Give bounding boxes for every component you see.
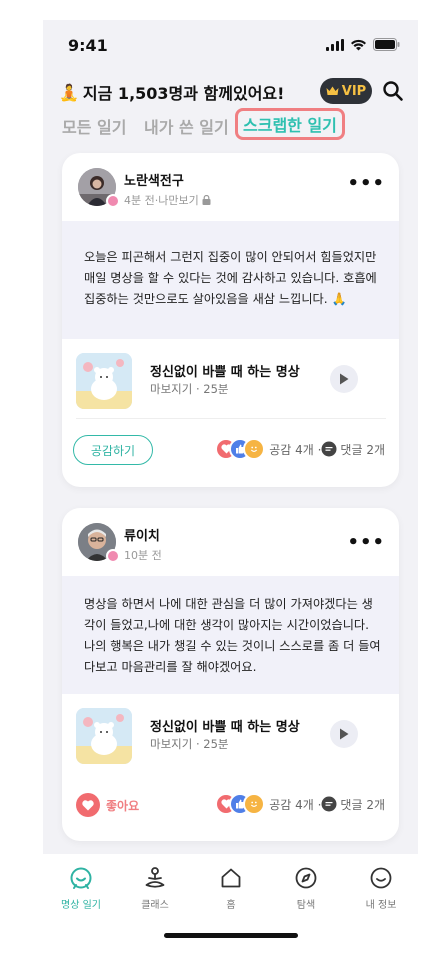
nav-label: 내 정보	[365, 900, 397, 911]
diary-post-card: 노란색전구 4분 전·나만보기 ••• 오늘은 피곤해서 그런지 집중이 많이 …	[62, 153, 399, 487]
post-body: 오늘은 피곤해서 그런지 집중이 많이 안되어서 힘들었지만 매일 명상을 할 …	[62, 221, 399, 339]
meditation-subtitle: 마보지기 · 25분	[150, 382, 229, 396]
like-label: 좋아요	[106, 798, 140, 813]
comment-icon	[321, 796, 337, 812]
play-button[interactable]	[330, 720, 358, 748]
nav-meditation-diary[interactable]: 명상 일기	[51, 866, 111, 911]
home-indicator[interactable]	[164, 933, 298, 938]
meditation-subtitle: 마보지기 · 25분	[150, 737, 229, 751]
play-icon	[340, 373, 349, 385]
journal-smile-icon	[70, 867, 92, 889]
comment-count: 댓글 2개	[340, 797, 385, 812]
nav-label: 명상 일기	[61, 900, 101, 911]
nav-label: 탐색	[296, 900, 316, 911]
nav-class[interactable]: 클래스	[125, 866, 185, 911]
more-options-icon[interactable]: •••	[347, 173, 385, 194]
app-screen: 9:41 🧘 지금 1,503명과 함께있어요! VIP 모든 일기 내가 쓴 …	[43, 20, 418, 946]
lock-icon	[202, 195, 211, 205]
post-body-text: 명상을 하면서 나에 대한 관심을 더 많이 가져야겠다는 생각이 들었고,나에…	[84, 597, 381, 674]
more-options-icon[interactable]: •••	[347, 532, 385, 553]
nav-my-info[interactable]: 내 정보	[351, 866, 411, 911]
diary-tabs: 모든 일기 내가 쓴 일기 스크랩한 일기	[43, 108, 418, 144]
tab-my-diaries[interactable]: 내가 쓴 일기	[144, 114, 229, 138]
smile-reaction-icon	[243, 793, 266, 815]
home-icon	[221, 868, 241, 888]
profile-smile-icon	[370, 867, 392, 889]
meditation-card[interactable]: 정신없이 바쁠 때 하는 명상 마보지기 · 25분	[76, 353, 386, 413]
empathize-button[interactable]: 공감하기	[73, 435, 153, 465]
post-time-visibility: 4분 전·나만보기	[124, 194, 199, 207]
nav-label: 홈	[226, 900, 236, 911]
nav-explore[interactable]: 탐색	[276, 866, 336, 911]
meditation-title: 정신없이 바쁠 때 하는 명상	[150, 720, 300, 735]
crown-icon	[326, 86, 339, 95]
flower-badge-icon	[106, 194, 120, 208]
author-name[interactable]: 류이치	[124, 525, 160, 544]
reactions-summary[interactable]: 공감 4개 · 댓글 2개	[215, 438, 385, 460]
bear-illustration-icon	[76, 353, 132, 409]
meditation-thumbnail	[76, 353, 132, 409]
nav-label: 클래스	[141, 900, 169, 911]
play-button[interactable]	[330, 365, 358, 393]
heart-icon	[76, 793, 100, 817]
post-meta: 10분 전	[124, 547, 162, 563]
post-body-text: 오늘은 피곤해서 그런지 집중이 많이 안되어서 힘들었지만 매일 명상을 할 …	[84, 250, 377, 306]
page-title-text: 지금 1,503명과 함께있어요!	[82, 84, 285, 103]
like-button[interactable]: 좋아요	[76, 793, 139, 817]
meditation-thumbnail	[76, 708, 132, 764]
bear-illustration-icon	[76, 708, 132, 764]
tab-scrapped-diaries[interactable]: 스크랩한 일기	[235, 108, 345, 140]
meditation-emoji-icon: 🧘	[59, 82, 79, 102]
compass-icon	[295, 867, 317, 889]
reactions-summary[interactable]: 공감 4개 · 댓글 2개	[215, 793, 385, 815]
meditation-title: 정신없이 바쁠 때 하는 명상	[150, 365, 300, 380]
post-body: 명상을 하면서 나에 대한 관심을 더 많이 가져야겠다는 생각이 들었고,나에…	[62, 576, 399, 694]
wifi-icon	[351, 39, 366, 50]
author-name[interactable]: 노란색전구	[124, 170, 184, 189]
vip-button[interactable]: VIP	[320, 78, 372, 104]
battery-icon	[373, 38, 400, 51]
post-time: 10분 전	[124, 549, 162, 562]
vip-label: VIP	[341, 83, 367, 99]
divider	[76, 418, 386, 419]
signal-icon	[326, 38, 344, 51]
empathy-count: 공감 4개 ·	[269, 797, 322, 812]
flower-badge-icon	[106, 549, 120, 563]
nav-home[interactable]: 홈	[201, 866, 261, 911]
status-time: 9:41	[68, 36, 108, 55]
page-title: 🧘 지금 1,503명과 함께있어요!	[59, 80, 284, 104]
status-icons	[326, 38, 400, 51]
comment-icon	[321, 441, 337, 457]
status-bar: 9:41	[43, 20, 418, 70]
search-icon[interactable]	[382, 80, 404, 102]
comment-count: 댓글 2개	[340, 442, 385, 457]
diary-post-card: 류이치 10분 전 ••• 명상을 하면서 나에 대한 관심을 더 많이 가져야…	[62, 508, 399, 841]
meditation-person-icon	[145, 867, 165, 888]
empathy-count: 공감 4개 ·	[269, 442, 322, 457]
meditation-card[interactable]: 정신없이 바쁠 때 하는 명상 마보지기 · 25분	[76, 708, 386, 768]
post-meta: 4분 전·나만보기	[124, 192, 211, 208]
smile-reaction-icon	[243, 438, 266, 460]
tab-all-diaries[interactable]: 모든 일기	[62, 114, 126, 138]
play-icon	[340, 728, 349, 740]
